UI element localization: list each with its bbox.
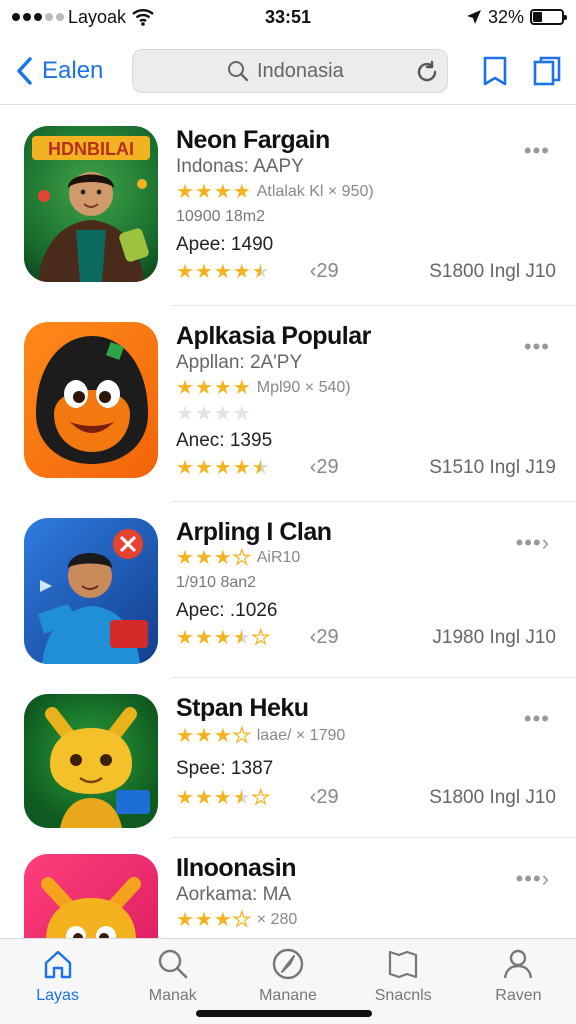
app-price: Apec: .1026 [176,600,278,621]
app-meta: 1/910 8an2 [176,574,257,591]
more-options-button[interactable]: ••• [524,334,550,360]
review-count: ‹29 [309,786,339,808]
battery-percent: 32% [487,6,524,27]
star-icon: ★ [176,181,194,203]
app-subtitle: Indonas: AAPY [176,156,304,177]
rating-line: ★ ★ ★ ★ × 280 [176,909,298,931]
bookmark-icon[interactable] [482,55,508,87]
tab-label: Layas [36,987,79,1004]
carrier-name: Layoak [68,6,127,27]
app-icon-game-hero: HDNBILAI [24,126,158,282]
star-icon: ★ [213,181,232,203]
app-footer: ★ ★ ★ ★ ★ ‹29 S1800 Ingl J10 [176,260,556,283]
app-row[interactable]: Arpling I Clan ★ ★ ★ ★ AiR10 1/910 8an2 Ape… [0,502,576,678]
more-options-button[interactable]: ••• [524,706,550,732]
app-row[interactable]: Aplkasia Popular Appllan: 2A'PY ★ ★ ★ ★ Mpl… [0,306,576,502]
navigation-bar: Ealen Indonasia [0,40,576,102]
app-footer: ★ ★ ★ ★ ★ ‹29 J1980 Ingl J10 [176,626,556,649]
review-count: ‹29 [309,260,339,282]
app-size: S1800 Ingl J10 [429,260,556,282]
app-size: S1800 Ingl J10 [429,786,556,808]
status-bar: Layoak 33:51 32% [0,0,576,34]
tab-label: Manak [148,987,197,1004]
faint-stars: ★ ★ ★ ★ [176,403,251,425]
rating-stars: ★ ★ ★ ★ [176,725,251,747]
review-count: ‹29 [309,456,339,478]
more-options-button[interactable]: ••• [524,138,550,164]
search-icon [228,61,249,82]
app-size: J1980 Ingl J10 [432,626,556,648]
app-footer: ★ ★ ★ ★ ★ ‹29 S1510 Ingl J19 [176,456,556,479]
app-title[interactable]: Stpan Heku [176,694,309,723]
rating-stars: ★ ★ ★ ★ [176,377,251,399]
rating-text: AiR10 [256,549,301,566]
nav-divider [0,104,576,105]
app-list: HDNBILAI Neon Fargain Indonas: AAPY ★ ★ ★ ★… [0,110,576,994]
back-label: Ealen [42,57,104,84]
svg-text:HDNBILAI: HDNBILAI [48,139,134,159]
signal-icon [12,13,64,21]
tab-label: Raven [495,987,542,1004]
app-row[interactable]: Ilnoonasin Aorkama: MA ★ ★ ★ ★ × 280 •••› [0,838,576,994]
star-icon: ★ [194,181,213,203]
compass-icon [272,948,304,980]
app-price: Spee: 1387 [176,758,274,779]
app-row[interactable]: HDNBILAI Neon Fargain Indonas: AAPY ★ ★ ★ ★… [0,110,576,306]
app-meta: 10900 18m2 [176,208,265,225]
app-title[interactable]: Ilnoonasin [176,854,297,883]
rating-stars: ★ ★ ★ ★ ★ [176,626,270,649]
tab-label: Manane [259,987,317,1004]
app-icon-yellow-fox [24,694,158,828]
battery-icon [530,9,567,25]
rating-stars: ★ ★ ★ ★ [176,182,251,202]
rating-line: ★ ★ ★ ★ Atlalak Kl × 950) [176,182,374,202]
reload-icon[interactable] [415,60,439,84]
app-subtitle: Aorkama: MA [176,884,292,905]
wifi-icon [132,9,154,26]
tab-home[interactable]: Layas [0,939,115,1024]
app-subtitle: Appllan: 2A'PY [176,352,303,373]
location-arrow-icon [466,10,481,24]
app-row[interactable]: Stpan Heku ★ ★ ★ ★ laae/ × 1790 Spee: 1387 … [0,678,576,838]
rating-text: laae/ × 1790 [256,727,346,744]
more-options-button[interactable]: •••› [516,530,550,556]
back-button[interactable]: Ealen [14,56,132,86]
search-field[interactable]: Indonasia [132,49,448,93]
app-title[interactable]: Arpling I Clan [176,518,332,547]
home-icon [44,950,71,979]
more-options-button[interactable]: •••› [516,866,550,892]
app-store-screen: { "status_bar": {"carrier": "Layoak", "t… [0,0,576,1024]
rating-stars: ★ ★ ★ ★ ★ [176,456,270,479]
app-title[interactable]: Neon Fargain [176,126,330,155]
app-price: Apee: 1490 [176,234,274,255]
home-indicator [196,1010,372,1017]
tab-profile[interactable]: Raven [461,939,576,1024]
person-icon [504,949,533,979]
rating-line: ★ ★ ★ ★ AiR10 [176,547,301,569]
tab-label: Snacnls [374,987,432,1004]
rating-stars: ★ ★ ★ ★ ★ [176,260,270,283]
tabs-icon[interactable] [532,55,562,87]
rating-stars: ★ ★ ★ ★ [176,909,251,931]
rating-text: × 280 [256,911,298,928]
rating-line: ★ ★ ★ ★ Mpl90 × 540) [176,378,351,398]
app-price: Anec: 1395 [176,430,273,451]
rating-line: ★ ★ ★ ★ laae/ × 1790 [176,725,346,747]
search-icon [158,949,188,979]
app-icon-orange-ninja [24,322,158,478]
star-icon: ★ [232,181,251,203]
rating-stars: ★ ★ ★ ★ ★ [176,786,270,809]
rating-text: Atlalak Kl × 950) [256,183,374,200]
bookmark-icon [389,950,418,979]
review-count: ‹29 [309,626,339,648]
app-title[interactable]: Aplkasia Popular [176,322,371,351]
app-size: S1510 Ingl J19 [429,456,556,478]
rating-text: Mpl90 × 540) [256,379,351,396]
chevron-left-icon [17,57,32,85]
search-query: Indonasia [257,59,344,82]
app-footer: ★ ★ ★ ★ ★ ‹29 S1800 Ingl J10 [176,786,556,809]
app-icon-blue-player [24,518,158,664]
rating-stars: ★ ★ ★ ★ [176,547,251,569]
